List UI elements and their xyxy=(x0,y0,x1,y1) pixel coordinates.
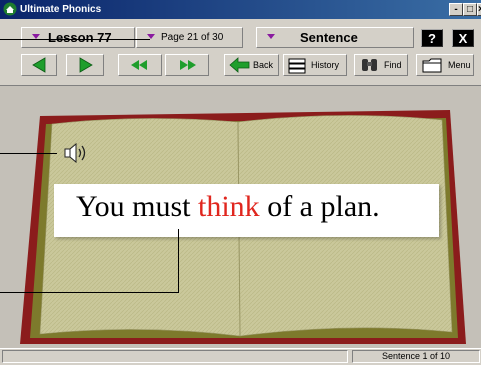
next-button[interactable] xyxy=(66,54,104,76)
sentence-text[interactable]: You must think of a plan. xyxy=(76,190,380,224)
menu-button[interactable]: Menu xyxy=(416,54,474,76)
page-label: Page 21 of 30 xyxy=(161,32,224,43)
window-title: Ultimate Phonics xyxy=(20,4,102,15)
sentence-highlight-word[interactable]: think xyxy=(198,190,260,223)
previous-button[interactable] xyxy=(21,54,57,76)
last-button[interactable] xyxy=(165,54,209,76)
help-button[interactable]: ? xyxy=(421,29,443,47)
back-button[interactable]: Back xyxy=(224,54,279,76)
status-sentence-count: Sentence 1 of 10 xyxy=(352,350,480,363)
find-label: Find xyxy=(384,60,402,70)
sentence-start: You must xyxy=(76,190,199,223)
close-window-button[interactable]: × xyxy=(477,3,481,16)
folder-icon xyxy=(422,58,442,73)
minimize-button[interactable]: - xyxy=(449,3,463,16)
find-button[interactable]: Find xyxy=(354,54,408,76)
speaker-icon[interactable] xyxy=(63,141,91,165)
status-left xyxy=(2,350,348,363)
maximize-button[interactable]: □ xyxy=(463,3,477,16)
app-icon xyxy=(3,2,17,16)
back-arrow-icon xyxy=(229,57,250,73)
sentence-end: of a plan. xyxy=(259,190,380,223)
arrow-right-icon xyxy=(79,57,93,73)
history-label: History xyxy=(311,60,340,70)
binoculars-icon xyxy=(362,59,377,71)
back-label: Back xyxy=(253,60,274,70)
arrow-left-icon xyxy=(32,57,46,73)
page-dropdown[interactable]: Page 21 of 30 xyxy=(136,27,243,48)
callout-line-vertical xyxy=(178,229,179,293)
callout-line-bottom xyxy=(0,292,179,293)
lesson-label: Lesson 77 xyxy=(48,30,112,45)
exit-button[interactable]: X xyxy=(452,29,474,47)
double-arrow-right-icon xyxy=(180,60,196,70)
history-icon xyxy=(288,58,306,74)
menu-label: Menu xyxy=(448,60,471,70)
mode-label: Sentence xyxy=(300,30,358,45)
chevron-down-icon xyxy=(267,34,275,39)
sentence-card: You must think of a plan. xyxy=(54,184,439,237)
double-arrow-left-icon xyxy=(131,60,147,70)
mode-dropdown[interactable]: Sentence xyxy=(256,27,414,48)
lesson-dropdown[interactable]: Lesson 77 xyxy=(21,27,135,48)
callout-line-speaker xyxy=(0,153,57,154)
first-button[interactable] xyxy=(118,54,162,76)
history-button[interactable]: History xyxy=(283,54,347,76)
callout-line-top xyxy=(0,39,150,40)
